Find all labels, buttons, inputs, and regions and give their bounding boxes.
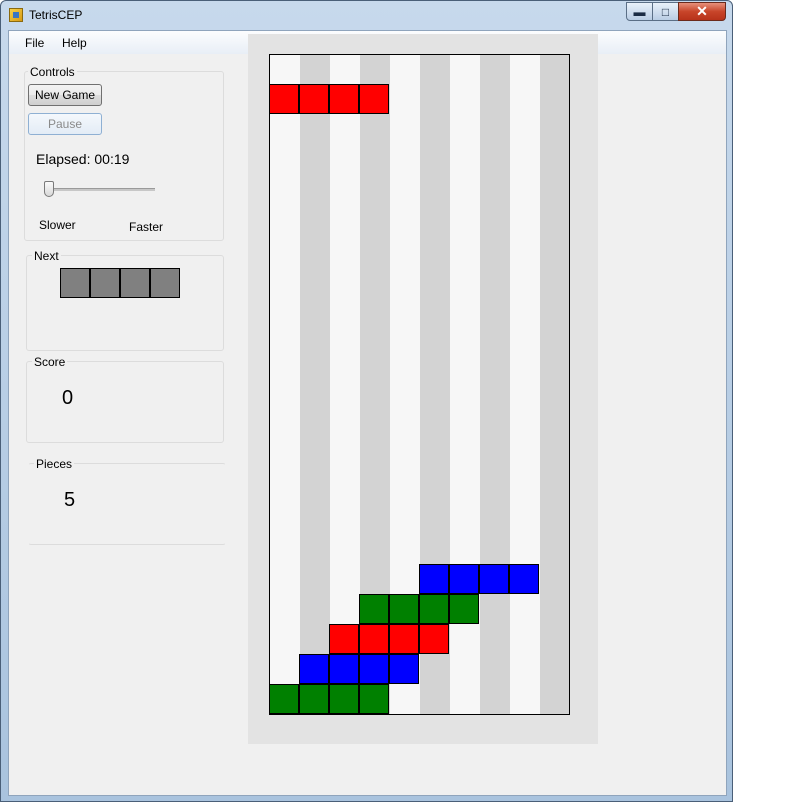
next-group-title: Next [32,249,61,263]
board-block [479,564,509,594]
board-column [270,55,300,714]
board-column [510,55,540,714]
faster-label: Faster [129,220,164,234]
pieces-group-title: Pieces [34,457,75,471]
speed-slider-track[interactable] [45,188,155,191]
board-column [330,55,360,714]
board-block [359,654,389,684]
menu-file[interactable]: File [25,36,44,50]
board-block [419,564,449,594]
slower-label: Slower [39,218,76,232]
new-game-button[interactable]: New Game [28,84,102,106]
board-block [359,84,389,114]
board-block [299,654,329,684]
board-block [359,594,389,624]
close-icon: ✕ [696,3,708,19]
board-block [329,654,359,684]
next-piece-cell [150,268,180,298]
elapsed-time: Elapsed: 00:19 [36,151,130,167]
pieces-group [28,463,226,545]
board-block [449,594,479,624]
speed-slider-thumb[interactable] [44,181,54,197]
board-block [509,564,539,594]
board-block [329,684,359,714]
board-block [389,594,419,624]
board-block [419,624,449,654]
controls-group-title: Controls [28,65,77,79]
board-block [329,84,359,114]
board-block [329,624,359,654]
pause-button[interactable]: Pause [28,113,102,135]
board-block [449,564,479,594]
menu-help[interactable]: Help [62,36,87,50]
close-button[interactable]: ✕ [678,2,726,21]
board-column [540,55,569,714]
app-icon[interactable] [9,8,23,22]
board-block [419,594,449,624]
board-block [359,684,389,714]
score-value: 0 [62,387,74,409]
maximize-button[interactable]: □ [652,2,679,21]
next-piece-cell [120,268,150,298]
maximize-icon: □ [661,4,670,19]
board-block [270,684,299,714]
score-group-title: Score [32,355,68,369]
board-block [299,684,329,714]
next-piece-cell [90,268,120,298]
next-piece-cell [60,268,90,298]
next-piece-preview [60,268,180,298]
board-block [270,84,299,114]
board-block [389,624,419,654]
minimize-icon: ▬ [633,4,646,19]
pieces-value: 5 [64,489,76,511]
board-block [359,624,389,654]
board-column [300,55,330,714]
board-block [389,654,419,684]
title-bar[interactable]: TetrisCEP ▬ □ ✕ [1,1,732,29]
app-window: TetrisCEP ▬ □ ✕ File Help Controls New G… [0,0,733,802]
board-block [299,84,329,114]
board-column [480,55,510,714]
window-title: TetrisCEP [29,8,83,22]
minimize-button[interactable]: ▬ [626,2,653,21]
score-group [26,361,224,443]
game-board[interactable] [269,54,570,715]
